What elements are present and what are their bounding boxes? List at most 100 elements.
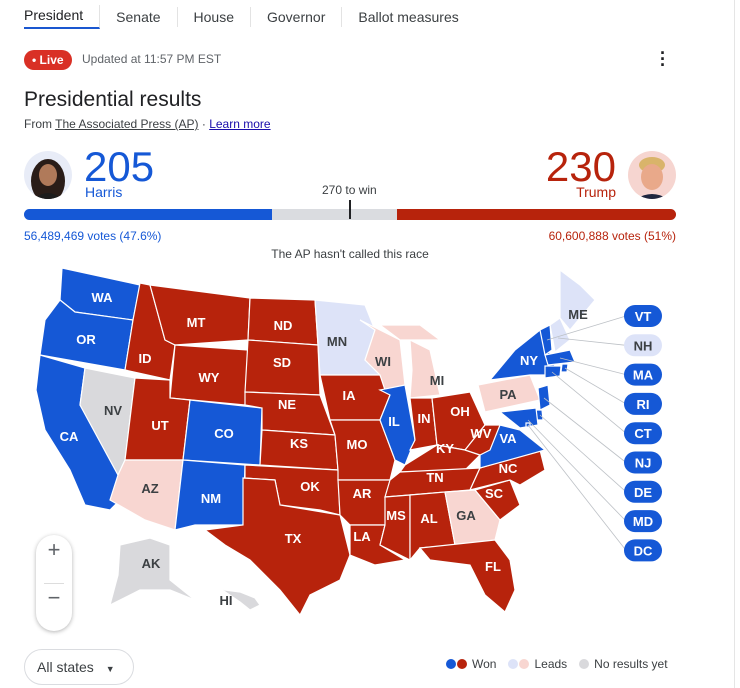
state-label-ne: NE: [278, 397, 296, 412]
state-label-ok: OK: [300, 479, 320, 494]
state-label-co: CO: [214, 426, 234, 441]
state-bubble-label-vt: VT: [635, 309, 652, 324]
state-fl[interactable]: [418, 539, 516, 613]
trump-avatar: [628, 151, 676, 199]
legend-leads: Leads: [534, 657, 568, 671]
state-label-az: AZ: [141, 481, 158, 496]
state-label-va: VA: [499, 431, 517, 446]
rep-leads-swatch: [519, 659, 530, 669]
tab-house[interactable]: House: [178, 7, 251, 27]
state-ak[interactable]: [109, 537, 196, 607]
state-label-mt: MT: [187, 315, 206, 330]
callout-line: [564, 367, 627, 405]
state-label-il: IL: [388, 414, 400, 429]
state-label-fl: FL: [485, 559, 501, 574]
rep-won-swatch: [457, 659, 467, 669]
state-label-ak: AK: [142, 556, 161, 571]
state-bubble-label-nh: NH: [634, 338, 653, 353]
state-label-nc: NC: [499, 461, 518, 476]
state-label-or: OR: [76, 332, 96, 347]
state-bubble-label-ct: CT: [634, 426, 651, 441]
state-label-me: ME: [568, 307, 588, 322]
dem-won-swatch: [446, 659, 456, 669]
win-threshold-marker: [349, 200, 351, 219]
legend-won: Won: [472, 657, 497, 671]
divider: [734, 0, 735, 688]
caret-down-icon: ▼: [105, 664, 115, 674]
state-label-tx: TX: [285, 531, 302, 546]
trump-popular-votes: 60,600,888 votes (51%): [548, 229, 676, 243]
state-label-nv: NV: [104, 403, 122, 418]
state-label-sd: SD: [273, 355, 291, 370]
state-label-hi: HI: [220, 593, 233, 608]
divider: [44, 583, 64, 584]
state-label-mi: MI: [430, 373, 444, 388]
state-label-ca: CA: [60, 429, 79, 444]
zoom-control: + −: [36, 535, 72, 631]
state-label-ia: IA: [343, 388, 357, 403]
state-mi[interactable]: [409, 338, 441, 399]
state-bubble-label-md: MD: [633, 514, 653, 529]
race-tabs: President Senate House Governor Ballot m…: [24, 0, 475, 34]
state-nj[interactable]: [537, 384, 551, 411]
state-label-mo: MO: [347, 437, 368, 452]
state-label-ms: MS: [386, 508, 406, 523]
state-filter-dropdown[interactable]: All states ▼: [24, 649, 134, 685]
state-label-ga: GA: [456, 508, 476, 523]
ap-link[interactable]: The Associated Press (AP): [55, 117, 198, 131]
state-label-tn: TN: [426, 470, 443, 485]
state-ri[interactable]: [560, 363, 569, 373]
to-win-label: 270 to win: [322, 183, 377, 197]
legend-no-results: No results yet: [594, 657, 668, 671]
state-ct[interactable]: [544, 365, 562, 379]
state-label-ar: AR: [353, 486, 372, 501]
state-label-al: AL: [420, 511, 437, 526]
source-line: From The Associated Press (AP) · Learn m…: [24, 117, 271, 131]
state-bubble-label-dc: DC: [634, 543, 653, 558]
state-label-ut: UT: [151, 418, 168, 433]
state-label-ks: KS: [290, 436, 308, 451]
state-bubble-label-de: DE: [634, 485, 652, 500]
more-options-icon[interactable]: · · ·: [656, 44, 670, 74]
state-bubble-label-ma: MA: [633, 368, 654, 383]
state-label-nd: ND: [274, 318, 293, 333]
source-sep: ·: [201, 117, 206, 131]
state-label-la: LA: [353, 529, 371, 544]
state-label-id: ID: [139, 351, 152, 366]
state-label-wy: WY: [199, 370, 220, 385]
harris-name: Harris: [85, 184, 123, 200]
state-label-wv: WV: [471, 426, 492, 441]
live-badge: • Live: [24, 50, 72, 70]
state-label-mn: MN: [327, 334, 347, 349]
state-label-in: IN: [418, 411, 431, 426]
trump-bar-fill: [397, 209, 676, 220]
tab-ballot-measures[interactable]: Ballot measures: [342, 7, 474, 27]
live-label: Live: [39, 53, 64, 67]
callout-line: [543, 397, 627, 463]
state-bubble-label-nj: NJ: [635, 456, 652, 471]
tab-governor[interactable]: Governor: [251, 7, 343, 27]
tab-senate[interactable]: Senate: [100, 7, 178, 27]
state-label-wi: WI: [375, 354, 391, 369]
us-results-map[interactable]: WA OR CA NV ID MT WY UT CO AZ NM ND SD NE KS OK TX MN IA MO…: [0, 262, 700, 642]
state-label-wa: WA: [92, 290, 114, 305]
zoom-in-button[interactable]: +: [36, 535, 72, 583]
state-label-pa: PA: [499, 387, 517, 402]
page-title: Presidential results: [24, 88, 202, 111]
trump-name: Trump: [576, 184, 616, 200]
learn-more-link[interactable]: Learn more: [209, 117, 270, 131]
map-legend: Won Leads No results yet: [446, 657, 680, 671]
state-label-nm: NM: [201, 491, 221, 506]
tab-president[interactable]: President: [24, 5, 101, 29]
callout-line: [527, 424, 627, 551]
state-label-oh: OH: [450, 404, 470, 419]
dem-leads-swatch: [508, 659, 519, 669]
harris-popular-votes: 56,489,469 votes (47.6%): [24, 229, 162, 243]
zoom-out-button[interactable]: −: [36, 583, 72, 631]
state-filter-value: All states: [37, 659, 94, 675]
state-bubble-label-ri: RI: [637, 397, 650, 412]
harris-bar-fill: [24, 209, 273, 220]
callout-line: [551, 371, 627, 434]
source-prefix: From: [24, 117, 52, 131]
callout-line: [559, 357, 627, 375]
